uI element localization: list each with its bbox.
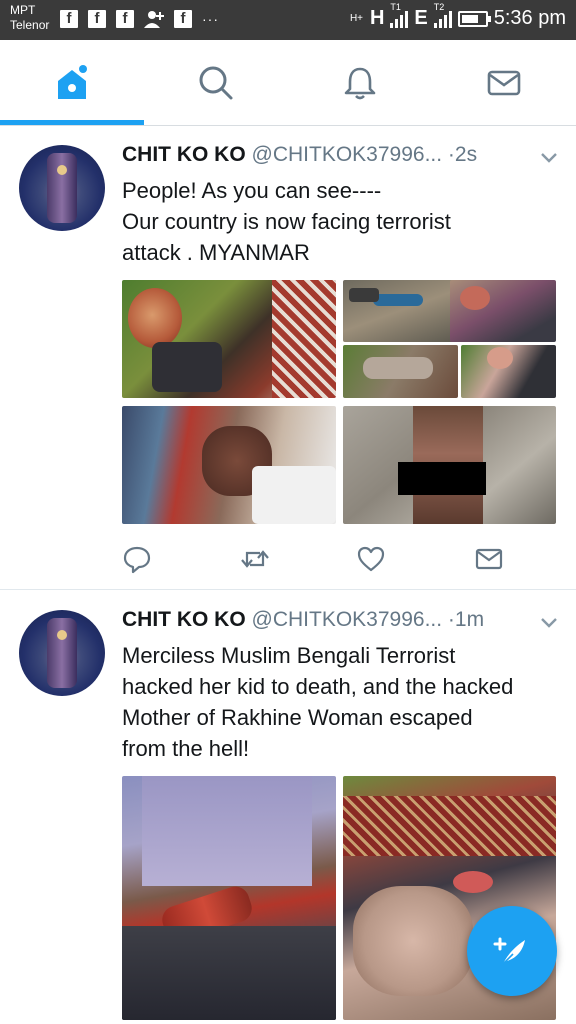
facebook-icon: f	[88, 10, 106, 28]
author-handle[interactable]: @CHITKOK37996...	[252, 143, 443, 166]
tweet-text-line: from the hell!	[122, 736, 250, 761]
tweet-text: People! As you can see---- Our country i…	[122, 175, 562, 268]
messages-envelope-icon	[487, 70, 521, 96]
battery-icon	[457, 10, 491, 27]
clock: 5:36 pm	[493, 7, 566, 29]
facebook-icon: f	[116, 10, 134, 28]
tweet-header: CHIT KO KO @CHITKOK37996... ·2s	[122, 142, 477, 168]
signal-bars-icon	[433, 10, 452, 28]
avatar[interactable]	[19, 145, 105, 231]
active-tab-indicator	[0, 120, 144, 125]
author-name[interactable]: CHIT KO KO	[122, 608, 246, 631]
notification-icons: f f f f ···	[60, 10, 219, 28]
direct-message-icon[interactable]	[474, 544, 504, 574]
chevron-down-icon[interactable]	[540, 152, 558, 164]
tab-home[interactable]	[0, 40, 144, 126]
notifications-bell-icon	[344, 67, 376, 100]
carrier-primary: MPT	[10, 3, 36, 17]
tab-notifications[interactable]	[288, 40, 432, 126]
avatar[interactable]	[19, 610, 105, 696]
tweet-photo[interactable]	[122, 406, 336, 524]
signal-1: T1	[390, 2, 409, 28]
compose-tweet-button[interactable]	[467, 906, 557, 996]
retweet-icon[interactable]	[240, 544, 270, 574]
tweet-text: Merciless Muslim Bengali Terrorist hacke…	[122, 640, 562, 764]
time-separator: ·	[447, 143, 455, 166]
like-heart-icon[interactable]	[356, 544, 386, 574]
tweet-photo[interactable]	[122, 776, 336, 1020]
tweet-text-line: hacked her kid to death, and the hacked	[122, 674, 514, 699]
sim-2-label: T2	[433, 1, 445, 12]
signal-bars-icon	[390, 10, 409, 28]
network-type-1: H	[369, 7, 385, 29]
twitter-app-screen: MPT Telenor f f f f ··· H+ H T1 E T2 5:3…	[0, 0, 576, 1024]
tweet-text-line: Our country is now facing terrorist	[122, 209, 451, 234]
sim-1-label: T1	[390, 1, 401, 12]
tweet-photo[interactable]	[343, 345, 458, 398]
network-type-2: E	[414, 7, 428, 29]
censor-bar	[398, 462, 486, 495]
tweet-text-line: Merciless Muslim Bengali Terrorist	[122, 643, 456, 668]
compose-feather-icon	[493, 937, 525, 965]
tweet-photo[interactable]	[461, 345, 556, 398]
tweet-text-line: attack . MYANMAR	[122, 240, 310, 265]
tab-search[interactable]	[144, 40, 288, 126]
time-separator: ·	[447, 608, 455, 631]
tweet[interactable]: CHIT KO KO @CHITKOK37996... ·2s People! …	[0, 126, 576, 590]
tweet-time: 2s	[454, 143, 478, 166]
more-notifications-icon: ···	[202, 11, 219, 27]
facebook-icon: f	[174, 10, 192, 28]
author-handle[interactable]: @CHITKOK37996...	[252, 608, 443, 631]
tab-messages[interactable]	[432, 40, 576, 126]
tweet-photo[interactable]	[450, 280, 556, 342]
tweet-text-line: Mother of Rakhine Woman escaped	[122, 705, 473, 730]
tweet-photo[interactable]	[122, 280, 336, 398]
nav-tabs	[0, 40, 576, 126]
carrier-secondary: Telenor	[10, 18, 50, 32]
tweet-photo[interactable]	[343, 406, 556, 524]
search-icon	[199, 66, 233, 100]
signal-2: T2	[433, 2, 452, 28]
author-name[interactable]: CHIT KO KO	[122, 143, 246, 166]
status-right: H+ H T1 E T2 5:36 pm	[349, 2, 566, 30]
tweet-actions	[122, 544, 522, 574]
home-icon	[58, 65, 87, 99]
chevron-down-icon[interactable]	[540, 617, 558, 629]
reply-icon[interactable]	[122, 544, 152, 574]
tweet-text-line: People! As you can see----	[122, 178, 382, 203]
user-add-icon	[144, 11, 164, 28]
facebook-icon: f	[60, 10, 78, 28]
carrier-info: MPT Telenor	[10, 3, 49, 33]
tweet-time: 1m	[454, 608, 485, 631]
network-hplus-label: H+	[349, 12, 363, 24]
tweet-header: CHIT KO KO @CHITKOK37996... ·1m	[122, 607, 484, 633]
tweet-photo[interactable]	[343, 280, 456, 342]
status-bar: MPT Telenor f f f f ··· H+ H T1 E T2 5:3…	[0, 0, 576, 40]
